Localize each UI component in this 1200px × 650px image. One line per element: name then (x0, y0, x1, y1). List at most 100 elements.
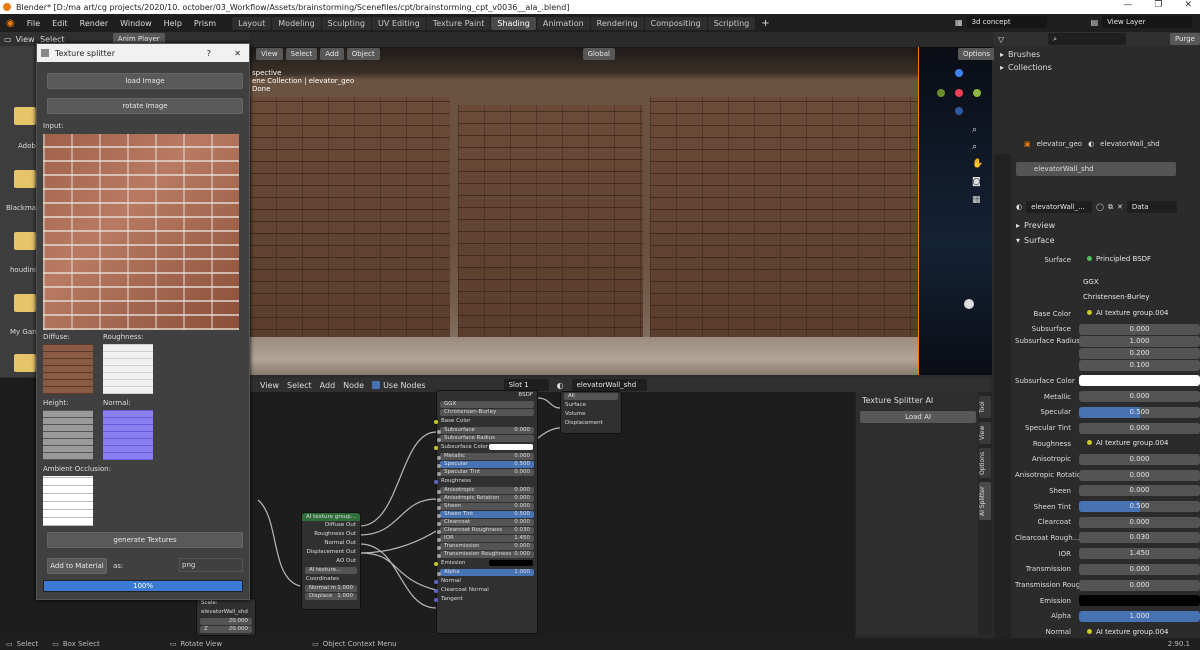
bsdf-field[interactable]: Metallic 0.000 (437, 453, 534, 460)
property-value[interactable]: 0.000 (1079, 516, 1200, 528)
link-data-select[interactable]: Data (1126, 201, 1177, 213)
menu-file[interactable]: File (21, 19, 46, 28)
folder-icon[interactable] (14, 232, 36, 250)
object-menu[interactable]: Object (346, 48, 380, 60)
bsdf-field[interactable]: Sheen Tint 0.500 (437, 511, 534, 518)
socket-icon[interactable] (437, 472, 441, 476)
socket-icon[interactable] (434, 480, 438, 484)
material-browse-icon[interactable]: ◐ (1016, 203, 1022, 211)
displace-field[interactable]: Displace 1.000 (305, 593, 357, 600)
grid-icon[interactable]: ▦ (972, 195, 981, 205)
view-menu[interactable]: View (256, 48, 283, 60)
scene-icon[interactable]: ▦ (955, 18, 963, 27)
bsdf-field[interactable]: Emission (434, 559, 537, 568)
property-value[interactable]: 0.000 (1079, 453, 1200, 465)
socket-icon[interactable] (437, 498, 441, 502)
bsdf-field[interactable]: Clearcoat 0.000 (437, 519, 534, 526)
transform-orientation[interactable]: Global (582, 48, 615, 60)
load-ai-button[interactable]: Load AI (860, 411, 976, 423)
bsdf-field[interactable]: Subsurface Color (434, 443, 537, 452)
menu-render[interactable]: Render (74, 19, 114, 28)
socket-icon[interactable] (434, 420, 438, 424)
property-value[interactable]: 0.200 (1079, 347, 1200, 359)
tab-scripting[interactable]: Scripting (707, 16, 756, 30)
property-value[interactable]: 0.000 (1079, 469, 1200, 481)
tab-ai-splitter[interactable]: AI Splitter (979, 482, 991, 520)
bsdf-field[interactable]: Transmission Roughness 0.000 (437, 551, 534, 558)
unlink-icon[interactable]: ✕ (1117, 203, 1123, 211)
property-value[interactable]: AI texture group.004 (1079, 626, 1200, 638)
principled-bsdf-node[interactable]: BSDF GGX Christensen-Burley Base Color Su… (434, 390, 538, 634)
property-value[interactable]: AI texture group.004 (1079, 438, 1200, 450)
distribution-select[interactable]: GGX (440, 401, 534, 408)
menu-help[interactable]: Help (158, 19, 188, 28)
socket-icon[interactable] (437, 554, 441, 558)
select-menu[interactable]: Select (285, 48, 318, 60)
material-slot-item[interactable]: elevatorWall_shd (1016, 162, 1176, 176)
surface-shader-field[interactable]: Principled BSDF (1079, 254, 1200, 265)
bsdf-field[interactable]: Specular 0.500 (437, 461, 534, 468)
bsdf-field[interactable]: Anisotropic 0.000 (437, 487, 534, 494)
material-output-node[interactable]: All Surface Volume Displacement (560, 391, 622, 434)
3d-viewport[interactable]: spective ene Collection | elevator_geo D… (250, 47, 992, 375)
socket-icon[interactable] (434, 598, 438, 602)
bsdf-field[interactable]: Transmission 0.000 (437, 543, 534, 550)
zoom-icon[interactable]: ⌕ (972, 125, 977, 135)
ne-view-menu[interactable]: View (260, 381, 279, 390)
property-value[interactable]: 0.500 (1079, 501, 1200, 512)
tab-modeling[interactable]: Modeling (272, 16, 321, 30)
tab-sculpting[interactable]: Sculpting (321, 16, 372, 30)
property-value[interactable]: 0.500 (1079, 406, 1200, 418)
property-value[interactable] (1079, 375, 1200, 387)
output-target-select[interactable]: All (564, 393, 618, 400)
socket-icon[interactable] (437, 490, 441, 494)
menu-prism[interactable]: Prism (188, 19, 222, 28)
use-nodes-toggle[interactable]: Use Nodes (372, 381, 426, 390)
outliner-filter-icon[interactable]: ▽ (998, 35, 1004, 44)
tab-uv-editing[interactable]: UV Editing (372, 16, 426, 30)
tab-texture-paint[interactable]: Texture Paint (426, 16, 491, 30)
sss-method-select[interactable]: Christensen-Burley (1079, 292, 1200, 303)
tab-compositing[interactable]: Compositing (644, 16, 707, 30)
options-menu[interactable]: Options (957, 48, 995, 60)
bsdf-field[interactable]: Subsurface 0.000 (437, 427, 534, 434)
socket-icon[interactable] (437, 456, 441, 460)
bsdf-field[interactable]: Anisotropic Rotation 0.000 (437, 495, 534, 502)
generate-textures-button[interactable]: generate Textures (47, 532, 243, 548)
ne-select-menu[interactable]: Select (287, 381, 312, 390)
property-value[interactable]: 1.000 (1079, 335, 1200, 347)
socket-icon[interactable] (437, 546, 441, 550)
ne-node-menu[interactable]: Node (343, 381, 364, 390)
socket-icon[interactable] (434, 580, 438, 584)
fake-user-icon[interactable]: ◯ (1096, 203, 1104, 211)
bsdf-field[interactable]: Alpha 1.000 (437, 569, 534, 576)
property-value[interactable]: 0.100 (1079, 359, 1200, 371)
property-value[interactable]: AI texture group.004 (1079, 308, 1200, 319)
socket-icon[interactable] (437, 538, 441, 542)
preview-panel-header[interactable]: ▸ Preview (1016, 221, 1055, 230)
socket-icon[interactable] (437, 530, 441, 534)
view-layer-selector[interactable]: View Layer (1102, 16, 1193, 28)
socket-icon[interactable] (437, 572, 441, 576)
close-icon[interactable]: ✕ (1184, 0, 1192, 10)
property-value[interactable]: 1.450 (1079, 548, 1200, 560)
subsurface-method-select[interactable]: Christensen-Burley (440, 409, 534, 416)
tab-shading[interactable]: Shading (491, 16, 536, 30)
camera-icon[interactable]: ◙ (972, 177, 981, 187)
editor-type-icon[interactable]: ▭ (4, 35, 12, 44)
maximize-icon[interactable]: ❐ (1154, 0, 1162, 10)
tab-layout[interactable]: Layout (232, 16, 272, 30)
surface-panel-header[interactable]: ▾ Surface (1016, 236, 1055, 245)
bsdf-field[interactable]: Clearcoat Roughness 0.030 (437, 527, 534, 534)
property-value[interactable]: 0.030 (1079, 532, 1200, 544)
outliner-item[interactable]: ▸ Collections (994, 63, 1200, 72)
node-group-selector[interactable]: AI texture... (305, 567, 357, 574)
add-menu[interactable]: Add (320, 48, 344, 60)
duplicate-icon[interactable]: ⧉ (1108, 203, 1113, 212)
property-value[interactable] (1079, 595, 1200, 607)
property-value[interactable]: 0.000 (1079, 391, 1200, 403)
file-view-menu[interactable]: View (16, 35, 35, 44)
mapping-node[interactable]: Scale: elevatorWall_shd 20.000 Z 20.000 (196, 598, 256, 636)
material-sphere-icon[interactable]: ◐ (557, 381, 564, 390)
property-value[interactable]: 0.000 (1079, 485, 1200, 497)
